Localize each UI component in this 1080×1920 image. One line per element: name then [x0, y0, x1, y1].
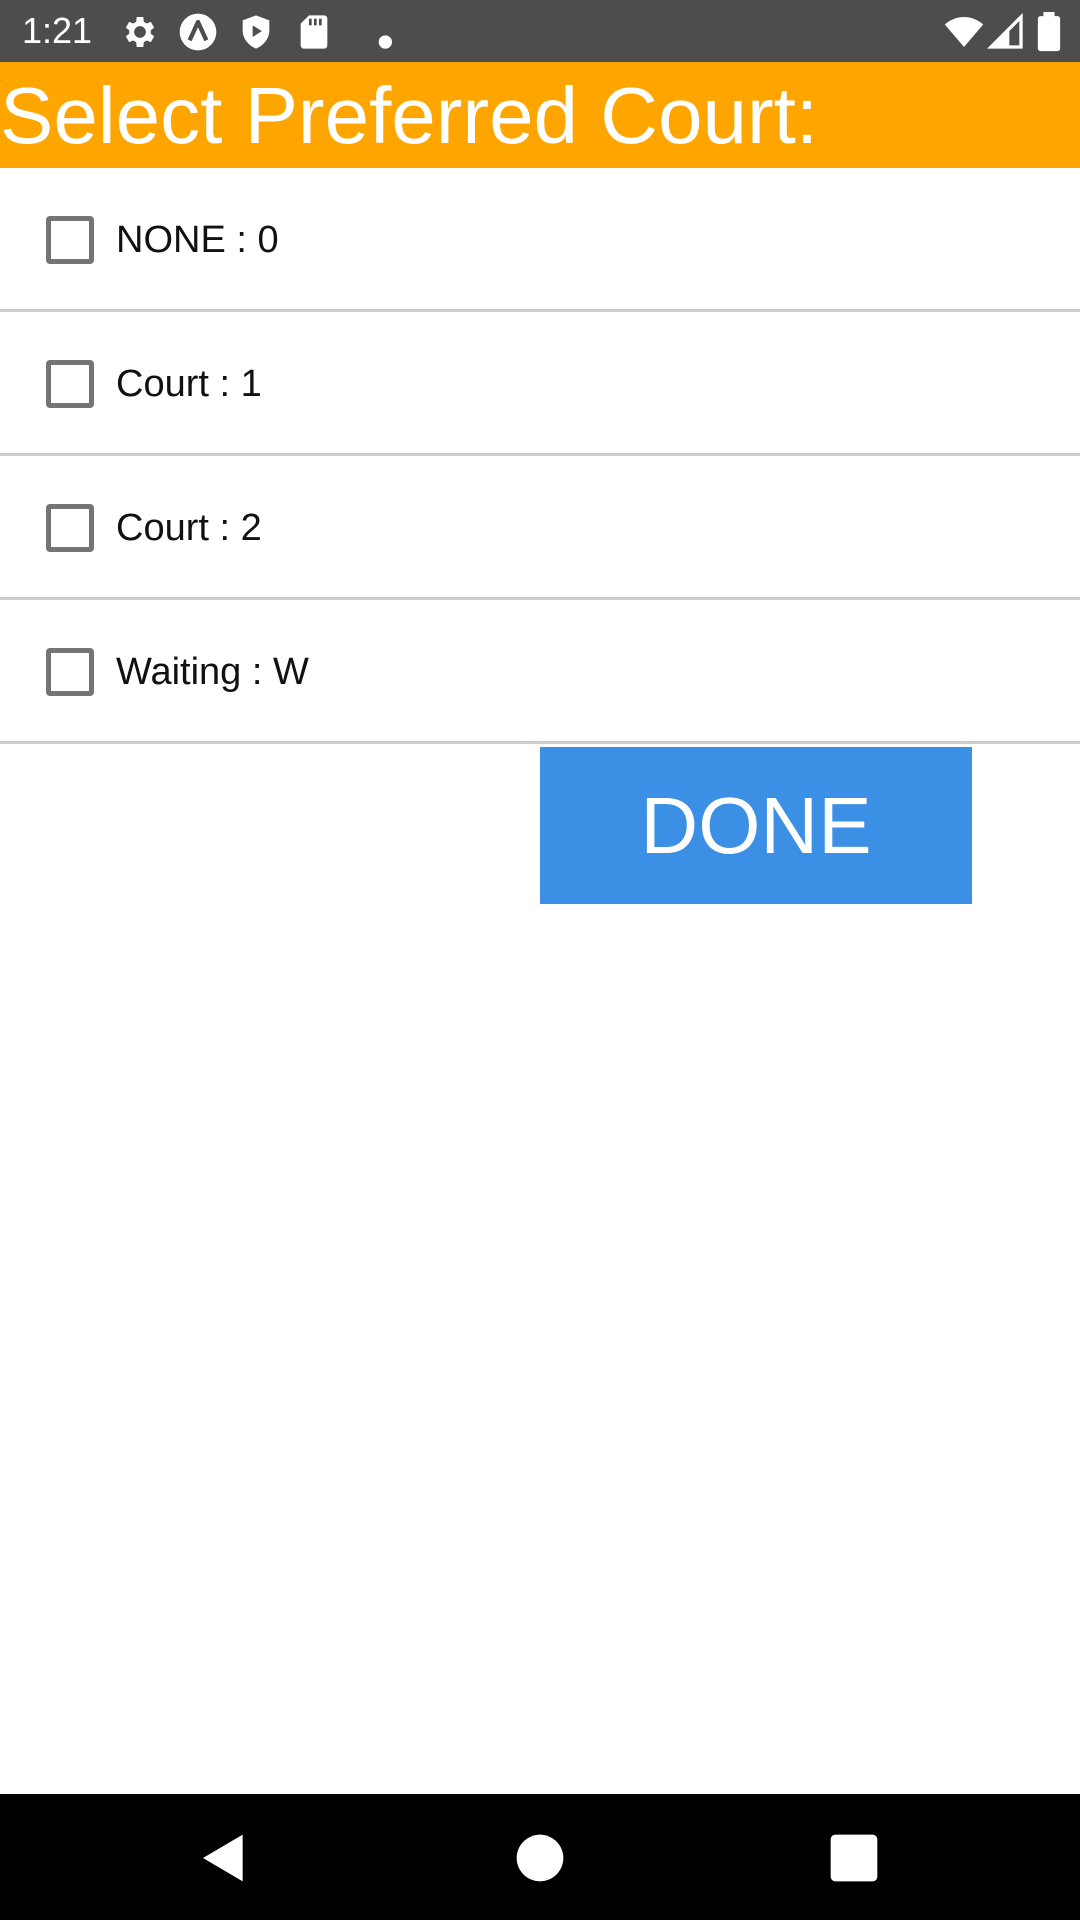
court-option-court-1[interactable]: Court : 1 [0, 312, 1080, 456]
recents-icon[interactable] [826, 1830, 882, 1886]
checkbox-none[interactable] [46, 216, 94, 264]
page-title: Select Preferred Court: [0, 71, 819, 160]
battery-icon [1036, 12, 1062, 52]
header-bar: Select Preferred Court: [0, 62, 1080, 168]
done-button[interactable]: DONE [540, 747, 972, 904]
wifi-icon [942, 12, 986, 52]
court-option-none[interactable]: NONE : 0 [0, 168, 1080, 312]
court-option-court-2[interactable]: Court : 2 [0, 456, 1080, 600]
checkbox-court-2[interactable] [46, 504, 94, 552]
court-option-label: Court : 1 [116, 363, 262, 405]
dot-icon [352, 12, 392, 52]
signal-icon [986, 12, 1026, 52]
court-option-label: Court : 2 [116, 507, 262, 549]
checkbox-court-1[interactable] [46, 360, 94, 408]
shield-icon [236, 12, 276, 52]
sd-card-icon [294, 12, 334, 52]
status-time: 1:21 [22, 10, 93, 51]
status-bar: 1:21 [0, 0, 1080, 62]
court-list: NONE : 0 Court : 1 Court : 2 Waiting : W [0, 168, 1080, 744]
home-icon[interactable] [512, 1830, 568, 1886]
court-option-label: Waiting : W [116, 651, 309, 693]
gear-icon [120, 12, 160, 52]
court-option-waiting[interactable]: Waiting : W [0, 600, 1080, 744]
checkbox-waiting[interactable] [46, 648, 94, 696]
navigation-bar [0, 1794, 1080, 1920]
back-icon[interactable] [196, 1830, 252, 1886]
app-icon [178, 12, 218, 52]
court-option-label: NONE : 0 [116, 219, 279, 261]
